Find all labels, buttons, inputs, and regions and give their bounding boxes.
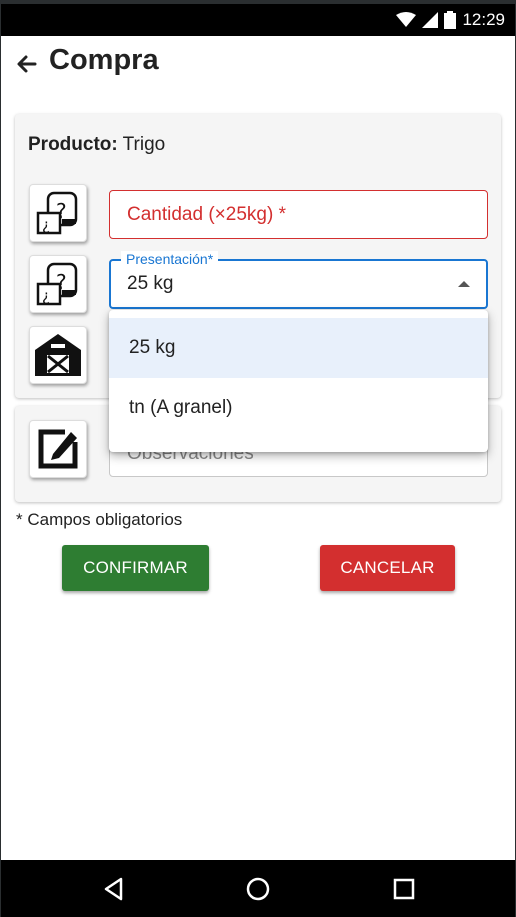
cantidad-placeholder: Cantidad (×25kg) *: [127, 204, 286, 225]
app-bar: Compra: [1, 36, 515, 92]
cantidad-icon-button[interactable]: ? ¿: [29, 184, 87, 242]
dropdown-arrow-icon[interactable]: [458, 281, 470, 287]
battery-icon: [444, 11, 457, 29]
signal-icon: [422, 12, 439, 28]
product-line: Producto: Trigo: [28, 134, 165, 156]
bag-question-icon: ? ¿: [36, 262, 78, 306]
svg-text:¿: ¿: [42, 216, 50, 234]
menu-option-granel[interactable]: tn (A granel): [109, 378, 488, 438]
cantidad-field[interactable]: Cantidad (×25kg) *: [109, 190, 488, 239]
presentacion-value: 25 kg: [127, 273, 174, 294]
presentacion-select[interactable]: Presentación* 25 kg: [109, 251, 488, 309]
status-time: 12:29: [462, 10, 505, 29]
edit-note-icon: [38, 429, 78, 469]
page-title: Compra: [49, 44, 159, 76]
back-button[interactable]: [11, 48, 43, 80]
confirm-button[interactable]: CONFIRMAR: [62, 545, 209, 591]
nav-recents-button[interactable]: [389, 874, 419, 904]
arrow-back-icon: [17, 55, 37, 73]
status-bar: 12:29: [1, 4, 515, 36]
home-circle-icon: [246, 877, 270, 901]
presentacion-icon-button[interactable]: ? ¿: [29, 255, 87, 313]
product-label: Producto:: [28, 134, 118, 155]
navigation-bar: [1, 860, 515, 917]
product-value: Trigo: [122, 134, 166, 155]
required-note: * Campos obligatorios: [16, 510, 183, 529]
wifi-icon: [396, 12, 417, 27]
presentacion-menu: 25 kg tn (A granel): [109, 310, 488, 452]
back-triangle-icon: [104, 877, 123, 901]
nav-home-button[interactable]: [243, 874, 273, 904]
svg-text:¿: ¿: [42, 287, 50, 305]
menu-option-25kg[interactable]: 25 kg: [109, 318, 488, 378]
nav-back-button[interactable]: [99, 874, 129, 904]
cancel-button[interactable]: CANCELAR: [320, 545, 455, 591]
bag-question-icon: ? ¿: [36, 191, 78, 235]
observaciones-icon-button[interactable]: [29, 420, 87, 478]
barn-icon: [35, 334, 81, 376]
app-screen: 12:29 Compra Producto: Trigo ? ¿ Cantida…: [1, 4, 515, 917]
presentacion-label: Presentación*: [121, 251, 219, 267]
almacen-icon-button[interactable]: [29, 326, 87, 384]
status-icons: 12:29: [396, 10, 505, 30]
recents-square-icon: [393, 878, 415, 900]
